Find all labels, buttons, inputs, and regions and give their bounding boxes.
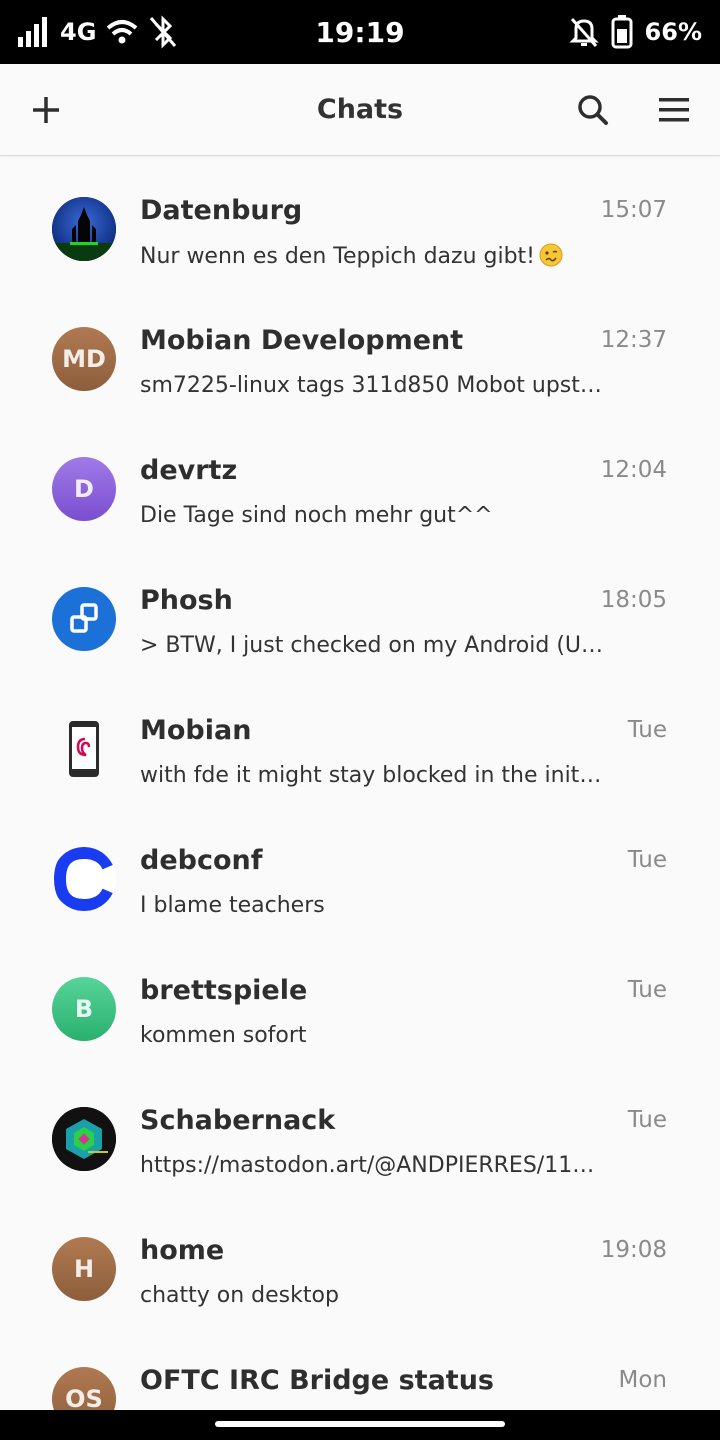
chat-time: 12:04 [600,457,667,483]
avatar: MD [52,327,116,391]
chat-time: 15:07 [600,197,667,223]
header-bar: Chats [0,64,720,156]
avatar [52,587,116,651]
chat-row[interactable]: MD Mobian Development sm7225-linux tags … [0,287,720,417]
chat-name: Schabernack [140,1105,336,1136]
chat-name: OFTC IRC Bridge status [140,1365,494,1396]
chat-row[interactable]: D devrtz Die Tage sind noch mehr gut^^ 1… [0,417,720,547]
chat-time: Tue [627,717,667,743]
chat-time: Tue [627,847,667,873]
avatar [52,197,116,261]
chat-row[interactable]: OS OFTC IRC Bridge status Mon [0,1327,720,1410]
avatar [52,847,116,911]
chat-preview: sm7225-linux tags 311d850 Mobot upstream… [140,373,605,398]
chat-name: home [140,1235,225,1266]
search-icon [577,94,609,126]
chat-name: Mobian [140,715,252,746]
home-indicator[interactable] [215,1421,505,1427]
chat-preview: > BTW, I just checked on my Android (Ubu… [140,633,605,658]
gesture-bar [0,1410,720,1440]
battery-level: 66% [644,18,702,46]
chat-row[interactable]: H home chatty on desktop 19:08 [0,1197,720,1327]
chat-name: brettspiele [140,975,308,1006]
chat-name: Phosh [140,585,233,616]
chat-name: debconf [140,845,263,876]
avatar [52,1107,116,1171]
chat-preview: Nur wenn es den Teppich dazu gibt! [140,243,605,269]
chat-time: Tue [627,977,667,1003]
chat-name: Mobian Development [140,325,464,356]
chat-time: 12:37 [600,327,667,353]
chat-time: 19:08 [600,1237,667,1263]
notifications-off-icon [568,16,599,48]
chat-preview: kommen sofort [140,1023,307,1048]
menu-icon [659,97,689,123]
chat-row[interactable]: debconf I blame teachers Tue [0,807,720,937]
woozy-face-emoji-icon [539,243,563,267]
avatar [52,717,116,781]
chat-preview: with fde it might stay blocked in the in… [140,763,605,788]
main-menu-button[interactable] [652,88,696,132]
chat-list[interactable]: Datenburg Nur wenn es den Teppich dazu g… [0,157,720,1410]
chat-row[interactable]: Datenburg Nur wenn es den Teppich dazu g… [0,157,720,287]
avatar: D [52,457,116,521]
chat-name: devrtz [140,455,238,486]
chat-preview: https://mastodon.art/@ANDPIERRES/113008 [140,1153,605,1178]
avatar: H [52,1237,116,1301]
search-button[interactable] [571,88,615,132]
chat-time: 18:05 [600,587,667,613]
phosh-logo-icon [70,603,98,633]
mobian-phone-icon [69,721,99,777]
chat-row[interactable]: Phosh > BTW, I just checked on my Androi… [0,547,720,677]
avatar: B [52,977,116,1041]
status-bar: 4G 19:19 66% [0,0,720,64]
chat-time: Tue [627,1107,667,1133]
debconf-logo-icon [53,847,114,911]
chat-preview: I blame teachers [140,893,325,918]
chat-name: Datenburg [140,195,303,226]
chat-preview: Die Tage sind noch mehr gut^^ [140,503,493,528]
avatar: OS [52,1367,116,1410]
chat-row[interactable]: Schabernack https://mastodon.art/@ANDPIE… [0,1067,720,1197]
chat-row[interactable]: B brettspiele kommen sofort Tue [0,937,720,1067]
chat-preview: chatty on desktop [140,1283,339,1308]
chat-row[interactable]: Mobian with fde it might stay blocked in… [0,677,720,807]
battery-icon [611,15,633,49]
chat-time: Mon [618,1367,668,1393]
